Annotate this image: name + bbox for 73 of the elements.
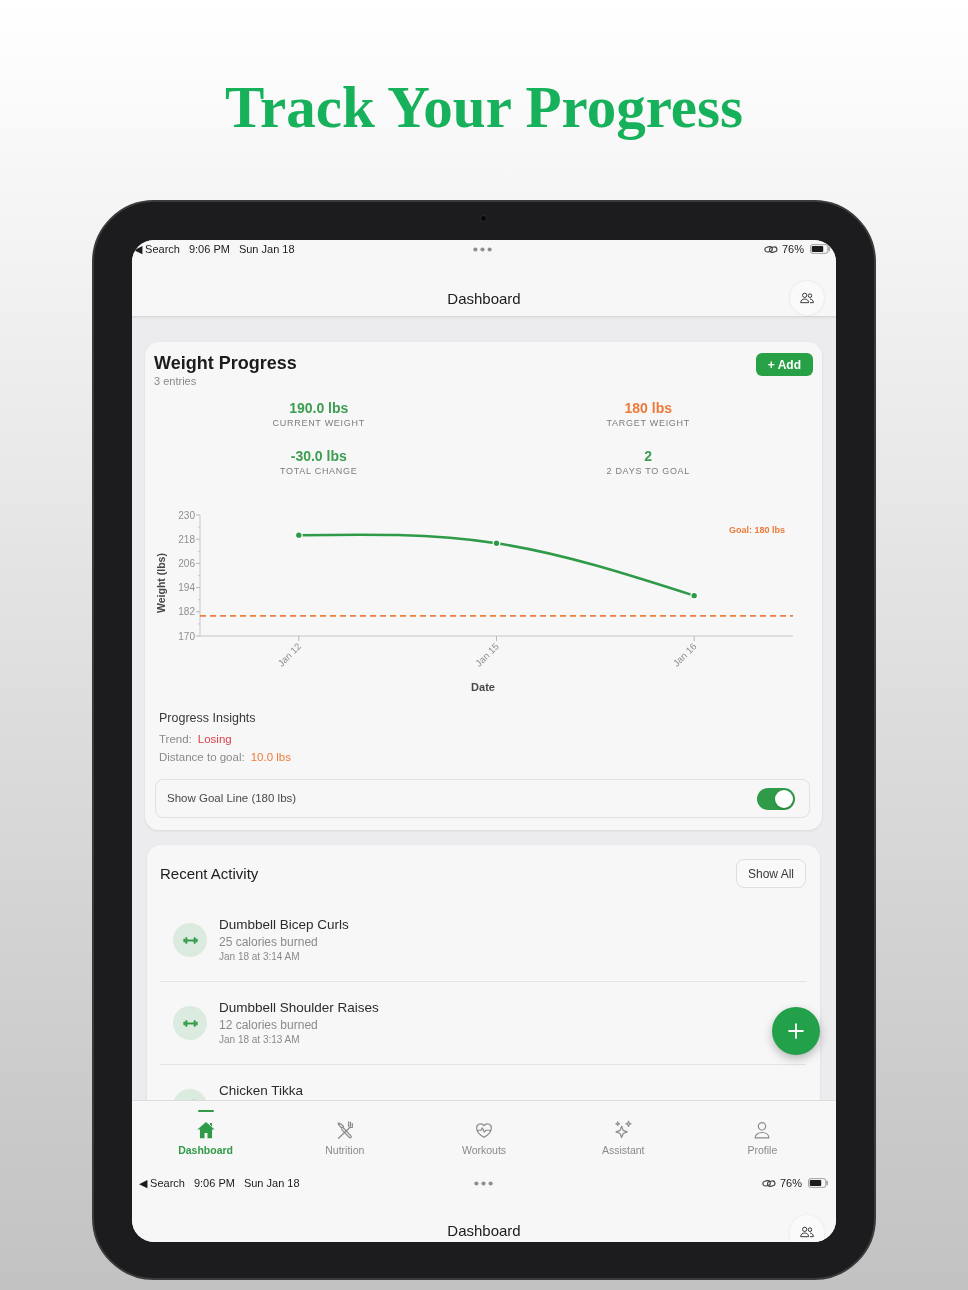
data-point	[492, 539, 501, 548]
link-icon	[763, 244, 778, 254]
link-icon	[761, 1178, 776, 1188]
activity-detail: 25 calories burned	[219, 934, 319, 950]
status-date: Sun Jan 18	[243, 1175, 300, 1191]
stat-label: CURRENT WEIGHT	[272, 417, 365, 429]
activity-title: Dumbbell Shoulder Raises	[219, 999, 379, 1017]
y-tick-label: 230	[178, 509, 195, 521]
entry-count: 3 entries	[154, 374, 198, 388]
people-icon	[799, 290, 815, 306]
goal-label: Goal: 180 lbs	[728, 525, 785, 535]
insights-title: Progress Insights	[159, 710, 257, 726]
more-dots-icon[interactable]	[472, 246, 492, 252]
people-icon	[799, 1224, 815, 1240]
status-time: 9:06 PM	[188, 241, 230, 257]
dumbbell-icon	[173, 1006, 207, 1040]
stat-value: 2	[644, 447, 653, 465]
x-tick-label: Jan 12	[275, 640, 304, 669]
stat-value: -30.0 lbs	[290, 447, 347, 465]
status-time: 9:06 PM	[193, 1175, 235, 1191]
tab-button[interactable]: Profile	[692, 1101, 832, 1170]
add-button[interactable]: + Add	[755, 353, 813, 376]
activity-title: Dumbbell Bicep Curls	[219, 916, 349, 934]
x-axis-title: Date	[471, 681, 495, 693]
tab-button[interactable]: Workouts	[414, 1101, 554, 1170]
insight-label: Distance to goal:	[159, 750, 245, 765]
toggle-label: Show Goal Line (180 lbs)	[167, 790, 297, 806]
card-title: Weight Progress	[154, 352, 297, 374]
goal-line-switch[interactable]	[757, 787, 795, 810]
y-tick-label: 218	[178, 533, 195, 545]
insight-value: Losing	[197, 732, 232, 747]
x-tick-label: Jan 15	[472, 640, 501, 669]
camera-icon	[480, 215, 487, 222]
sparkles-icon	[612, 1119, 635, 1141]
activity-time: Jan 18 at 3:14 AM	[219, 950, 301, 963]
y-axis-title: Weight (lbs)	[155, 553, 167, 613]
stat-value: 180 lbs	[624, 399, 672, 417]
screen-title: Dashboard	[446, 1222, 522, 1240]
insight-label: Trend:	[159, 732, 192, 747]
card-title: Recent Activity	[160, 863, 259, 884]
status-date: Sun Jan 18	[238, 241, 295, 257]
data-point	[690, 591, 699, 600]
people-button[interactable]	[790, 281, 824, 315]
y-tick-label: 170	[178, 630, 195, 642]
more-dots-icon[interactable]	[474, 1180, 493, 1186]
stat-value: 190.0 lbs	[289, 399, 349, 417]
insight-value: 10.0 lbs	[250, 750, 291, 765]
battery-percent: 76%	[781, 241, 804, 257]
tab-button[interactable]: Dashboard	[136, 1101, 276, 1170]
data-point	[294, 531, 303, 540]
back-link[interactable]: ◀ Search	[134, 240, 180, 258]
activity-detail: 12 calories burned	[219, 1017, 319, 1033]
y-tick-label: 194	[178, 582, 195, 594]
tab-button[interactable]: Nutrition	[275, 1101, 415, 1170]
show-all-button[interactable]: Show All	[735, 859, 806, 888]
battery-icon	[810, 244, 830, 254]
stat-label: TOTAL CHANGE	[280, 465, 358, 477]
y-tick-label: 206	[178, 557, 195, 569]
dumbbell-icon	[173, 923, 207, 957]
activity-title: Chicken Tikka	[219, 1082, 304, 1100]
plus-icon	[785, 1020, 807, 1042]
screen-title: Dashboard	[446, 289, 522, 309]
active-tab-indicator	[197, 1110, 214, 1112]
battery-percent: 76%	[779, 1175, 802, 1191]
stat-label: 2 DAYS TO GOAL	[606, 465, 691, 477]
x-tick-label: Jan 16	[670, 640, 699, 669]
tab-button[interactable]: Assistant	[553, 1101, 693, 1170]
battery-icon	[808, 1178, 828, 1188]
activity-time: Jan 18 at 3:13 AM	[219, 1033, 301, 1046]
back-link[interactable]: ◀ Search	[139, 1174, 185, 1192]
stat-label: TARGET WEIGHT	[606, 417, 690, 429]
people-button[interactable]	[790, 1215, 824, 1242]
y-tick-label: 182	[178, 606, 195, 618]
